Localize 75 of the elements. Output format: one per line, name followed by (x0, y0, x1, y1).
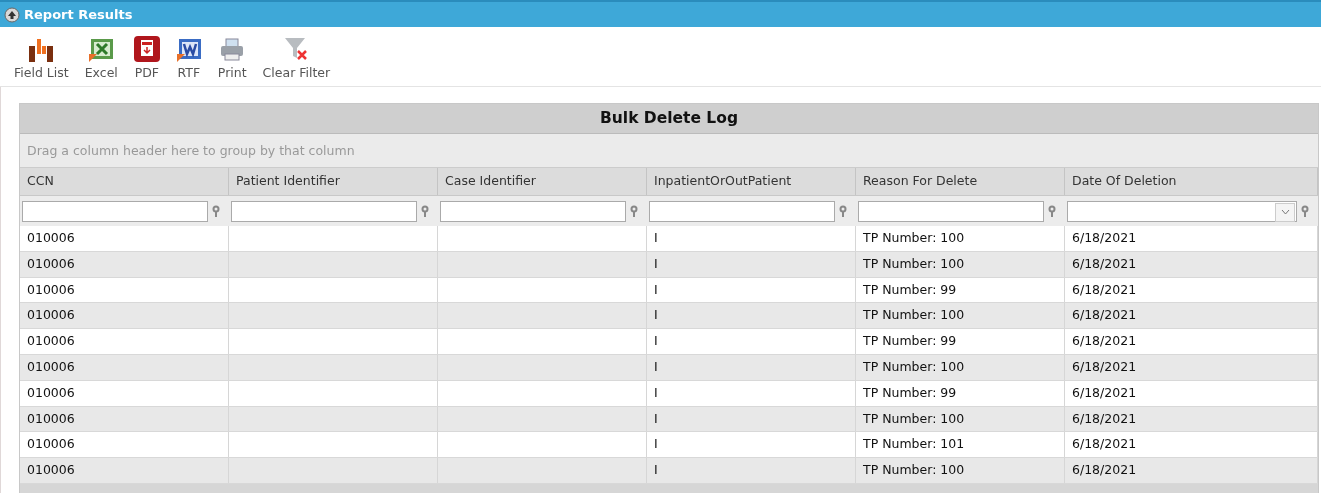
table-cell: 6/18/2021 (1072, 410, 1137, 426)
table-cell: TP Number: 100 (863, 462, 965, 478)
toolbar-button[interactable]: RTF (167, 38, 210, 80)
table-cell: 010006 (27, 281, 75, 297)
table-cell: 6/18/2021 (1072, 230, 1137, 245)
column-header[interactable]: Reason For Delete (856, 168, 1065, 195)
filter-dropdown[interactable] (1067, 200, 1297, 222)
table-cell: 010006 (27, 462, 75, 478)
table-cell: 010006 (27, 410, 75, 426)
table-cell: 6/18/2021 (1072, 384, 1137, 400)
table-cell: I (654, 333, 658, 349)
filter-icon[interactable] (1047, 205, 1057, 217)
table-cell: 6/18/2021 (1072, 359, 1137, 374)
word-document-icon (175, 38, 202, 62)
table-cell: 6/18/2021 (1072, 255, 1137, 271)
collapse-icon[interactable] (4, 6, 20, 23)
panel-title: Report Results (24, 7, 133, 22)
filter-field[interactable] (858, 200, 1044, 222)
table-cell: TP Number: 99 (863, 333, 957, 349)
table-cell: I (654, 281, 658, 297)
toolbar-button[interactable]: Excel (76, 38, 126, 80)
table-cell: 6/18/2021 (1072, 333, 1137, 349)
table-cell: 010006 (27, 307, 75, 323)
filter-icon[interactable] (838, 205, 848, 217)
toolbar-button[interactable]: Print (209, 38, 255, 80)
table-cell: I (654, 307, 658, 323)
table-cell: TP Number: 99 (863, 281, 957, 297)
column-header[interactable]: Case Identifier (438, 168, 647, 195)
table-cell: 010006 (27, 384, 75, 400)
filter-icon[interactable] (211, 205, 221, 217)
table-cell: I (654, 255, 658, 271)
filter-icon[interactable] (1300, 205, 1310, 217)
table-cell: TP Number: 100 (863, 255, 965, 271)
column-header[interactable]: Date Of Deletion (1065, 168, 1318, 195)
table-cell: 6/18/2021 (1072, 462, 1137, 478)
table-cell: TP Number: 100 (863, 307, 965, 323)
column-header[interactable]: InpatientOrOutPatient (647, 168, 856, 195)
toolbar-button[interactable]: Clear Filter (254, 36, 339, 80)
column-header[interactable]: CCN (20, 168, 229, 195)
filter-icon[interactable] (420, 205, 430, 217)
table-cell: I (654, 359, 658, 374)
table-cell: I (654, 384, 658, 400)
table-cell: 010006 (27, 333, 75, 349)
toolbar-button[interactable]: Field List (6, 38, 77, 80)
filter-field[interactable] (231, 200, 417, 222)
table-cell: TP Number: 99 (863, 384, 957, 400)
column-header[interactable]: Patient Identifier (229, 168, 438, 195)
table-cell: TP Number: 100 (863, 410, 965, 426)
filter-field[interactable] (440, 200, 626, 222)
table-cell: 6/18/2021 (1072, 436, 1137, 452)
table-cell: 010006 (27, 359, 75, 374)
group-panel-hint: Drag a column header here to group by that column (27, 143, 355, 158)
table-cell: I (654, 230, 658, 245)
filter-icon[interactable] (629, 205, 639, 217)
table-cell: TP Number: 100 (863, 359, 965, 374)
table-cell: 6/18/2021 (1072, 307, 1137, 323)
spreadsheet-icon (88, 38, 115, 62)
printer-icon (219, 38, 246, 62)
table-cell: TP Number: 101 (863, 436, 965, 452)
table-cell: 010006 (27, 230, 75, 245)
clear-filter-icon (283, 36, 310, 62)
grid-title: Bulk Delete Log (20, 104, 1318, 134)
table-cell: I (654, 410, 658, 426)
pdf-document-icon (133, 36, 160, 62)
filter-field[interactable] (22, 200, 208, 222)
table-cell: I (654, 436, 658, 452)
table-cell: TP Number: 100 (863, 230, 965, 245)
toolbar-button[interactable]: PDF (125, 36, 168, 80)
chevron-down-icon[interactable] (1275, 202, 1295, 222)
table-cell: I (654, 462, 658, 478)
table-cell: 010006 (27, 255, 75, 271)
filter-field[interactable] (649, 200, 835, 222)
bar-columns-icon (28, 38, 55, 62)
table-cell: 6/18/2021 (1072, 281, 1137, 297)
table-cell: 010006 (27, 436, 75, 452)
